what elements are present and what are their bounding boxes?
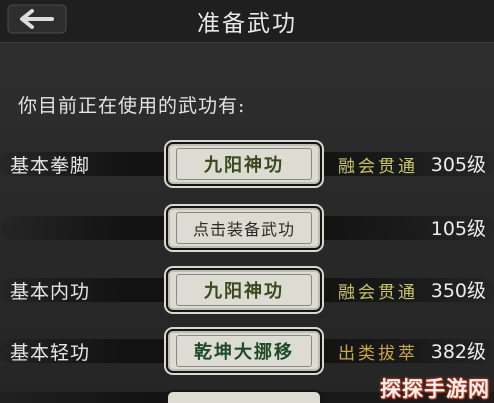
skill-slot-row: 基本内功 九阳神功 融会贯通 350级	[0, 266, 494, 316]
skill-name: 乾坤大挪移	[176, 335, 312, 367]
skill-slot-row: 基本轻功 乾坤大挪移 出类拔萃 382级	[0, 327, 494, 377]
equipped-skill-button[interactable]: 九阳神功	[166, 142, 322, 186]
current-skills-heading: 你目前正在使用的武功有:	[18, 95, 246, 117]
skill-slot-row: 基本拳脚 九阳神功 融会贯通 305级	[0, 140, 494, 190]
equip-skill-button[interactable]: 点击装备武功	[166, 206, 322, 250]
game-screen: 准备武功 你目前正在使用的武功有: 基本拳脚 九阳神功 融会贯通 305级 点击…	[0, 0, 494, 403]
mastery-grade: 融会贯通	[338, 283, 418, 303]
skill-name: 九阳神功	[176, 274, 312, 306]
slot-category-label: 基本轻功	[10, 342, 91, 364]
skill-level: 305级	[430, 154, 486, 176]
mastery-grade: 出类拔萃	[338, 344, 418, 364]
skill-level: 105级	[430, 218, 486, 240]
slot-category-label: 基本拳脚	[10, 155, 91, 177]
page-title: 准备武功	[197, 11, 297, 37]
equipped-skill-button[interactable]: 乾坤大挪移	[166, 329, 322, 373]
mastery-grade: 融会贯通	[338, 157, 418, 177]
equipped-skill-button[interactable]	[166, 390, 322, 403]
skill-slot-row: 点击装备武功 105级	[0, 204, 494, 254]
slot-category-label: 基本内功	[10, 281, 91, 303]
skill-level: 350级	[430, 280, 486, 302]
skill-level: 382级	[430, 341, 486, 363]
site-watermark: 探探手游网	[380, 377, 490, 401]
equipped-skill-button[interactable]: 九阳神功	[166, 268, 322, 312]
header-bar: 准备武功	[0, 0, 494, 43]
skill-name: 九阳神功	[176, 148, 312, 180]
equip-prompt: 点击装备武功	[176, 212, 312, 244]
